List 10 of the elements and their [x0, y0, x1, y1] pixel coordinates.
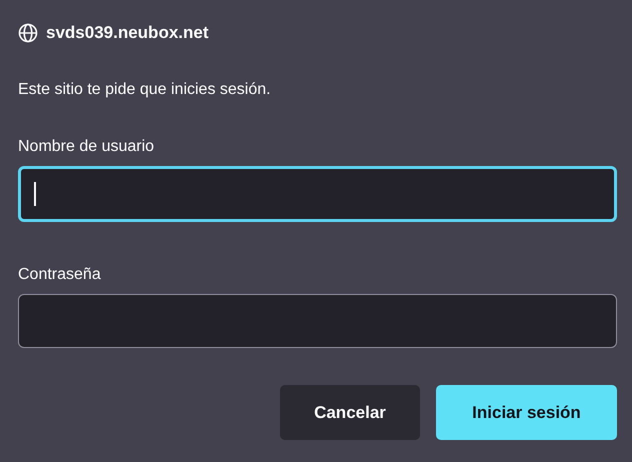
field-label: Contraseña	[18, 265, 102, 285]
sign-in-button[interactable]: Iniciar sesión	[436, 385, 617, 440]
input-field[interactable]	[18, 166, 617, 222]
field-label: Nombre de usuario	[18, 137, 156, 157]
login-message: Este sitio te pide que inicies sesión.	[18, 80, 272, 100]
site-host: svds039.neubox.net	[46, 22, 209, 44]
text-cursor	[34, 182, 36, 206]
input-field[interactable]	[18, 294, 617, 348]
globe-icon	[18, 23, 38, 43]
cancel-button[interactable]: Cancelar	[280, 385, 420, 440]
